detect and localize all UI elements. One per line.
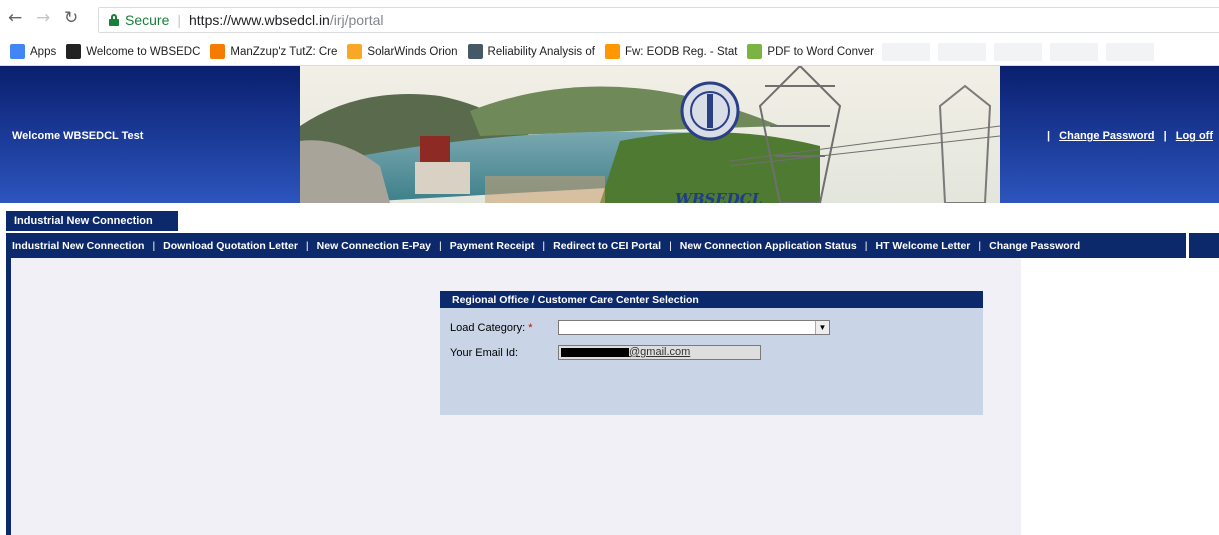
lock-icon xyxy=(109,14,119,26)
header-banner-image: WBSEDCL xyxy=(300,66,1000,203)
redaction-bar xyxy=(561,348,629,357)
bookmark-item[interactable]: SolarWinds Orion xyxy=(347,44,458,59)
menu-item[interactable]: Industrial New Connection xyxy=(12,240,144,252)
bookmark-item[interactable]: Fw: EODB Reg. - Stat xyxy=(604,44,738,59)
menu-separator: | xyxy=(305,239,309,252)
menu-separator: | xyxy=(669,239,672,252)
bookmark-label: Apps xyxy=(30,45,57,58)
bookmark-placeholder[interactable] xyxy=(937,42,986,61)
bookmark-item[interactable]: ManZzup'z TutZ: Cre xyxy=(210,44,337,59)
header-left-panel: Welcome WBSEDCL Test xyxy=(0,66,300,203)
menu-separator: | xyxy=(152,239,156,252)
url-host: www.wbsedcl.in xyxy=(231,12,330,28)
bookmark-label: Welcome to WBSEDC xyxy=(86,45,201,58)
url-path: /irj/portal xyxy=(329,12,384,28)
menu-end-separator xyxy=(1186,233,1189,258)
change-password-link[interactable]: Change Password xyxy=(1059,130,1154,142)
bookmark-item[interactable]: Apps xyxy=(10,44,56,59)
load-category-select[interactable]: ▼ xyxy=(558,320,830,335)
tab-industrial-new-connection[interactable]: Industrial New Connection xyxy=(6,211,178,231)
email-field[interactable]: @gmail.com xyxy=(558,345,761,360)
top-menu-bar: Industrial New Connection | Download Quota… xyxy=(6,231,1219,258)
reliability-icon xyxy=(467,44,483,59)
mail-circle-icon xyxy=(604,44,620,59)
bookmark-label: PDF to Word Conver xyxy=(767,45,874,58)
back-arrow-icon[interactable]: ← xyxy=(8,8,22,28)
header-links: | Change Password | Log off xyxy=(1047,130,1213,142)
form-title: Regional Office / Customer Care Center S… xyxy=(440,291,983,308)
email-row: Your Email Id: @gmail.com xyxy=(450,345,850,361)
bookmark-label: Reliability Analysis of xyxy=(487,45,595,58)
required-mark: * xyxy=(528,322,533,334)
header-right-panel: | Change Password | Log off xyxy=(1000,66,1219,203)
email-value: @gmail.com xyxy=(629,346,691,358)
secure-label: Secure xyxy=(125,12,170,28)
menu-separator: | xyxy=(439,239,442,252)
welcome-text: Welcome WBSEDCL Test xyxy=(12,130,144,142)
bookmark-placeholder[interactable] xyxy=(881,42,930,61)
menu-item[interactable]: Redirect to CEI Portal xyxy=(553,240,661,252)
omnibox-divider: | xyxy=(177,12,181,28)
menu-item[interactable]: Change Password xyxy=(989,240,1080,252)
w-logo-icon xyxy=(66,44,82,59)
bookmarks-bar: Apps Welcome to WBSEDC ManZzup'z TutZ: Cre… xyxy=(0,38,1219,66)
menu-separator: | xyxy=(864,239,868,252)
bookmark-label: Fw: EODB Reg. - Stat xyxy=(624,45,738,58)
apps-grid-icon xyxy=(10,44,25,59)
dropdown-arrow-icon[interactable]: ▼ xyxy=(815,321,829,334)
menu-separator: | xyxy=(542,239,546,252)
bookmark-label: ManZzup'z TutZ: Cre xyxy=(230,45,338,58)
bookmark-item[interactable]: PDF to Word Conver xyxy=(747,44,874,59)
url-scheme: https:// xyxy=(189,12,232,28)
site-header: Welcome WBSEDCL Test WBSEDCL | Change Pa… xyxy=(0,66,1219,203)
bookmark-placeholder[interactable] xyxy=(1105,42,1154,61)
forward-arrow-icon[interactable]: → xyxy=(36,8,50,28)
menu-item[interactable]: New Connection E-Pay xyxy=(317,240,431,252)
load-category-label: Load Category: xyxy=(450,322,526,334)
bookmark-label: SolarWinds Orion xyxy=(367,45,458,58)
email-label: Your Email Id: xyxy=(450,347,519,359)
menu-item[interactable]: New Connection Application Status xyxy=(680,240,857,252)
wbsedcl-logo-text: WBSEDCL xyxy=(675,190,763,203)
menu-item[interactable]: HT Welcome Letter xyxy=(875,240,970,252)
menu-item[interactable]: Payment Receipt xyxy=(450,240,535,252)
blogger-icon xyxy=(210,44,226,59)
pdf-grid-icon xyxy=(747,44,763,59)
reload-icon[interactable]: ↻ xyxy=(64,8,78,28)
banner-landscape xyxy=(300,66,1000,203)
solarwinds-icon xyxy=(347,44,363,59)
bookmark-placeholder[interactable] xyxy=(993,42,1042,61)
address-bar[interactable]: Secure | https://www.wbsedcl.in/irj/port… xyxy=(98,7,1219,33)
office-selection-form: Regional Office / Customer Care Center S… xyxy=(440,291,983,415)
menu-item[interactable]: Download Quotation Letter xyxy=(163,240,298,252)
bookmark-placeholder[interactable] xyxy=(1049,42,1098,61)
menu-separator: | xyxy=(978,239,982,252)
bookmark-item[interactable]: Reliability Analysis of xyxy=(467,44,595,59)
link-separator: | xyxy=(1047,130,1051,142)
link-separator: | xyxy=(1163,130,1167,142)
log-off-link[interactable]: Log off xyxy=(1176,130,1213,142)
load-category-row: Load Category: * ▼ xyxy=(450,320,850,336)
bookmark-item[interactable]: Welcome to WBSEDC xyxy=(66,44,200,59)
browser-toolbar: ← → ↻ Secure | https://www.wbsedcl.in/ir… xyxy=(0,0,1219,38)
